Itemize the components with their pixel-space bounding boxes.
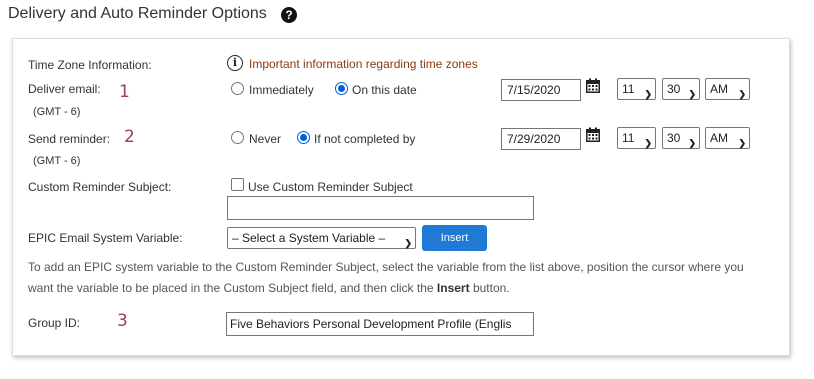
deliver-marker: 1: [119, 82, 130, 102]
custom-subject-checkbox-label[interactable]: Use Custom Reminder Subject: [248, 180, 413, 194]
calendar-icon[interactable]: [585, 78, 601, 94]
section-title: Delivery and Auto Reminder Options: [8, 5, 267, 22]
help-text: To add an EPIC system variable to the Cu…: [28, 257, 768, 299]
insert-button[interactable]: Insert: [422, 225, 487, 251]
deliver-email-label: Deliver email:: [28, 82, 101, 96]
deliver-minute-value: 30: [667, 82, 681, 96]
reminder-marker: 2: [124, 127, 135, 147]
help-text-bold: Insert: [436, 281, 470, 295]
reminder-date-input[interactable]: 7/29/2020: [501, 128, 581, 150]
question-circle-icon[interactable]: ?: [281, 7, 297, 23]
chevron-down-icon: ❯: [404, 238, 412, 248]
chevron-down-icon: ❯: [644, 89, 652, 99]
deliver-immediately-label[interactable]: Immediately: [249, 83, 314, 97]
reminder-if-not-completed-radio[interactable]: [297, 131, 310, 144]
timezone-info-link[interactable]: Important information regarding time zon…: [249, 57, 478, 71]
deliver-ampm-value: AM: [710, 82, 728, 96]
deliver-minute-select[interactable]: 30 ❯: [662, 78, 700, 100]
group-id-label: Group ID:: [28, 316, 81, 330]
send-reminder-label: Send reminder:: [28, 132, 111, 146]
reminder-timezone: (GMT - 6): [33, 155, 81, 167]
deliver-timezone: (GMT - 6): [33, 106, 81, 118]
calendar-icon[interactable]: [585, 127, 601, 143]
system-variable-value: – Select a System Variable –: [232, 231, 386, 245]
reminder-if-not-completed-label[interactable]: If not completed by: [314, 132, 415, 146]
deliver-ampm-select[interactable]: AM ❯: [705, 78, 750, 100]
deliver-date-input[interactable]: 7/15/2020: [501, 79, 581, 101]
deliver-on-date-label[interactable]: On this date: [352, 83, 417, 97]
reminder-ampm-select[interactable]: AM ❯: [705, 127, 750, 149]
help-text-before: To add an EPIC system variable to the Cu…: [28, 260, 744, 295]
reminder-never-radio[interactable]: [231, 131, 244, 144]
deliver-immediately-radio[interactable]: [231, 82, 244, 95]
system-variable-select[interactable]: – Select a System Variable – ❯: [227, 227, 416, 249]
system-variable-label: EPIC Email System Variable:: [28, 231, 183, 245]
reminder-never-label[interactable]: Never: [249, 132, 281, 146]
help-text-after: button.: [469, 281, 510, 295]
custom-subject-input[interactable]: [227, 196, 534, 220]
custom-subject-label: Custom Reminder Subject:: [28, 180, 172, 194]
deliver-on-date-radio[interactable]: [335, 82, 348, 95]
timezone-label: Time Zone Information:: [28, 58, 152, 72]
chevron-down-icon: ❯: [738, 89, 746, 99]
chevron-down-icon: ❯: [738, 138, 746, 148]
reminder-minute-select[interactable]: 30 ❯: [662, 127, 700, 149]
chevron-down-icon: ❯: [688, 89, 696, 99]
group-marker: 3: [117, 311, 128, 331]
info-circle-icon[interactable]: i: [227, 55, 243, 71]
reminder-hour-select[interactable]: 11 ❯: [617, 127, 656, 149]
reminder-ampm-value: AM: [710, 131, 728, 145]
deliver-hour-select[interactable]: 11 ❯: [617, 78, 656, 100]
chevron-down-icon: ❯: [688, 138, 696, 148]
chevron-down-icon: ❯: [644, 138, 652, 148]
reminder-hour-value: 11: [622, 131, 635, 145]
custom-subject-checkbox[interactable]: [231, 178, 244, 191]
deliver-hour-value: 11: [622, 82, 635, 96]
reminder-minute-value: 30: [667, 131, 681, 145]
group-id-input[interactable]: Five Behaviors Personal Development Prof…: [226, 312, 534, 336]
